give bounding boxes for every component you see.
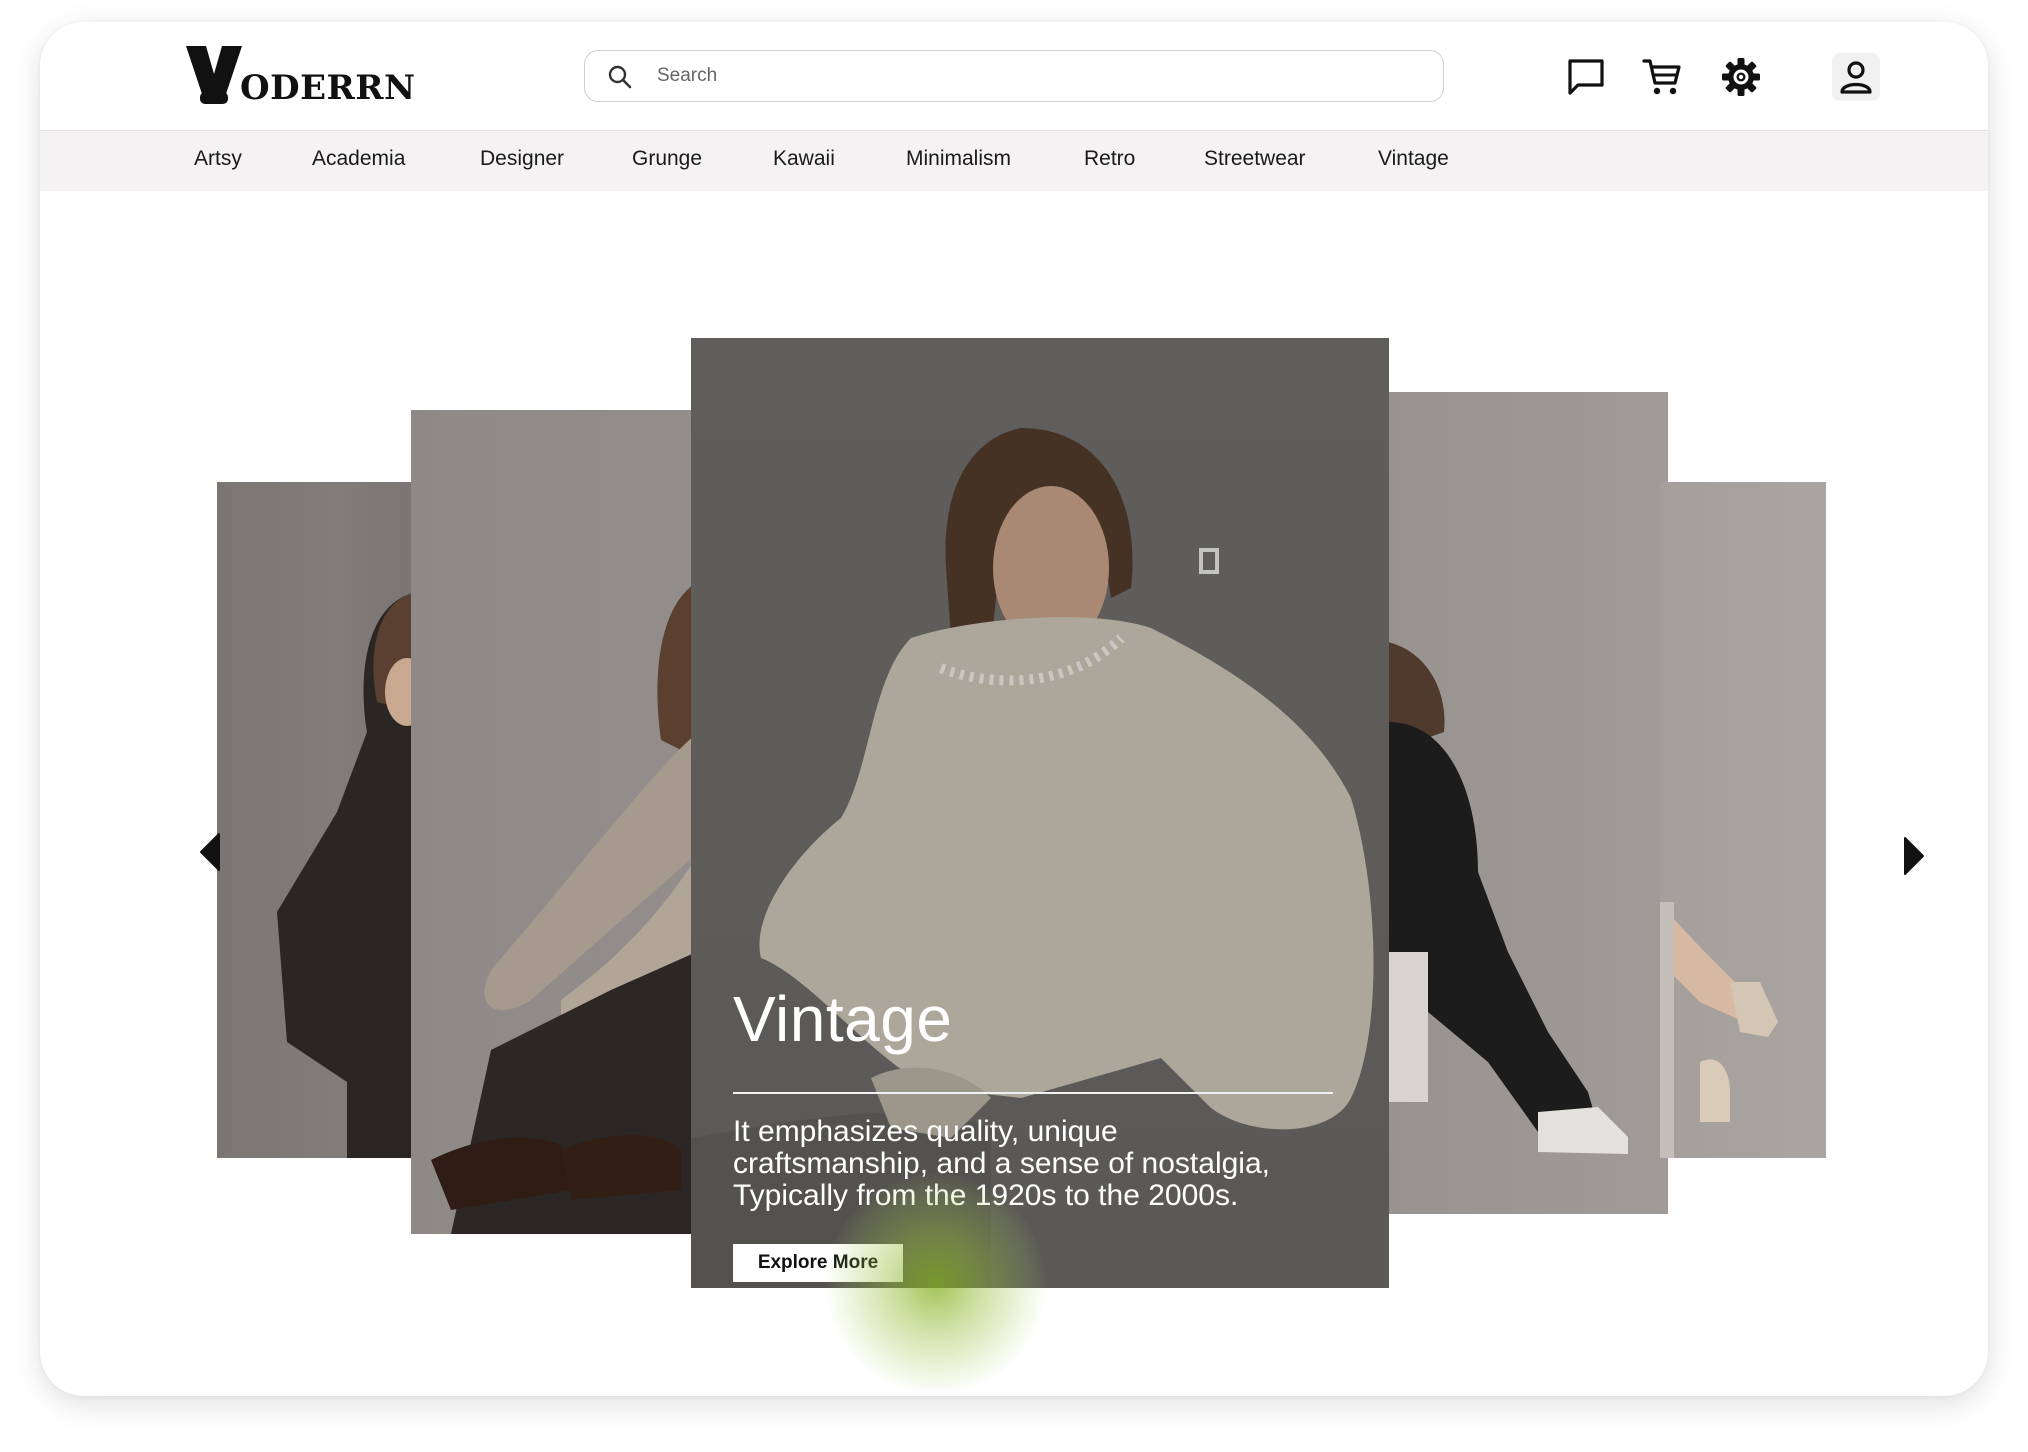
card-description-line: Typically from the 1920s to the 2000s. — [733, 1179, 1239, 1212]
arrow-right-icon — [1904, 837, 1924, 875]
settings-button[interactable] — [1717, 53, 1765, 101]
carousel-card-left[interactable] — [411, 410, 701, 1234]
search-bar[interactable] — [584, 50, 1444, 102]
carousel-card-far-left[interactable] — [217, 482, 417, 1158]
nav-item-streetwear[interactable]: Streetwear — [1204, 147, 1306, 171]
card-description: It emphasizes quality, unique craftsmans… — [733, 1116, 1373, 1212]
brand-logo[interactable]: ODERRN — [186, 46, 466, 110]
carousel-card-active[interactable]: Vintage It emphasizes quality, unique cr… — [691, 338, 1389, 1288]
header: ODERRN — [40, 22, 1988, 130]
app-window: ODERRN Search Artsy Academia Designer Gr… — [40, 22, 1988, 1396]
card-description-line: craftsmanship, and a sense of nostalgia, — [733, 1147, 1270, 1180]
nav-item-artsy[interactable]: Artsy — [194, 147, 242, 171]
nav-item-academia[interactable]: Academia — [312, 147, 405, 171]
explore-more-button[interactable]: Explore More — [733, 1244, 903, 1282]
carousel-card-far-right[interactable] — [1660, 482, 1826, 1158]
model-photo — [1388, 642, 1628, 1154]
model-photo — [277, 592, 417, 1158]
profile-button[interactable] — [1832, 53, 1880, 101]
nav-item-minimalism[interactable]: Minimalism — [906, 147, 1011, 171]
cart-button[interactable] — [1639, 53, 1687, 101]
cart-icon — [1642, 59, 1681, 95]
search-input[interactable] — [655, 51, 1419, 101]
carousel-prev-button[interactable] — [190, 822, 230, 882]
card-description-line: It emphasizes quality, unique — [733, 1115, 1118, 1148]
model-photo — [1660, 902, 1778, 1158]
nav-item-vintage[interactable]: Vintage — [1378, 147, 1449, 171]
card-divider — [733, 1092, 1333, 1094]
model-photo — [431, 580, 701, 1234]
category-nav: Artsy Academia Designer Grunge Kawaii Mi… — [40, 130, 1988, 191]
logo-v-mark — [186, 46, 242, 104]
arrow-left-icon — [200, 833, 220, 871]
chat-button[interactable] — [1562, 53, 1610, 101]
user-icon — [1840, 61, 1872, 94]
nav-item-retro[interactable]: Retro — [1084, 147, 1135, 171]
card-title: Vintage — [733, 983, 953, 1055]
gear-icon — [1722, 58, 1760, 96]
carousel-card-right[interactable] — [1388, 392, 1668, 1214]
nav-item-kawaii[interactable]: Kawaii — [773, 147, 835, 171]
nav-item-designer[interactable]: Designer — [480, 147, 564, 171]
search-icon — [608, 65, 632, 89]
logo-wordmark: ODERRN — [240, 68, 416, 108]
carousel-next-button[interactable] — [1894, 826, 1934, 886]
nav-item-grunge[interactable]: Grunge — [632, 147, 702, 171]
chat-icon — [1568, 59, 1604, 95]
